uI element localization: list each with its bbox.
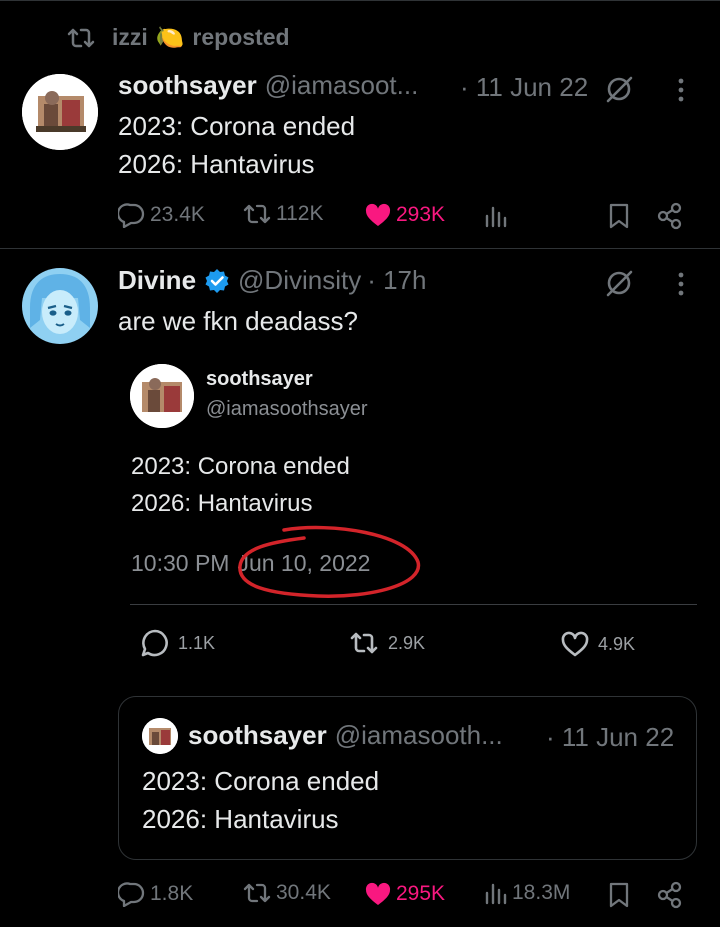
screenshot-text: 2023: Corona ended 2026: Hantavirus — [131, 448, 350, 522]
share-icon[interactable] — [656, 881, 684, 909]
screenshot-author-handle: @iamasoothsayer — [206, 398, 368, 420]
quoted-line: 2023: Corona ended — [142, 766, 380, 796]
like-button[interactable]: 295K — [364, 881, 445, 907]
repost-count: 112K — [276, 202, 324, 225]
avatar[interactable] — [22, 74, 98, 150]
tweet-text: are we fkn deadass? — [118, 306, 358, 336]
reply-count: 1.8K — [150, 882, 194, 905]
tweet-line: 2026: Hantavirus — [118, 149, 315, 179]
bookmark-icon[interactable] — [608, 881, 630, 909]
screenshot-divider — [130, 604, 697, 605]
share-icon[interactable] — [656, 202, 684, 230]
reply-icon — [118, 882, 145, 907]
heart-filled-icon — [365, 203, 391, 226]
repost-icon — [350, 632, 378, 654]
like-button[interactable]: 293K — [364, 202, 445, 228]
reply-button[interactable]: 1.8K — [118, 881, 193, 907]
verified-badge-icon — [204, 268, 230, 294]
post-time[interactable]: · 11 Jun 22 — [460, 72, 588, 103]
screenshot-line: 2023: Corona ended — [131, 453, 350, 480]
author-handle[interactable]: @Divinsity — [238, 265, 361, 296]
more-options-icon[interactable] — [676, 76, 686, 104]
repost-header: izzi 🍋 reposted — [66, 24, 290, 51]
reply-button[interactable]: 23.4K — [118, 202, 205, 228]
screenshot-reply-stat: 1.1K — [140, 628, 215, 658]
screenshot-time: 10:30 PM — [131, 550, 230, 576]
screenshot-like-stat: 4.9K — [560, 630, 635, 658]
red-circle-annotation — [238, 525, 421, 598]
like-count: 295K — [396, 882, 446, 905]
lemon-emoji: 🍋 — [155, 24, 185, 50]
more-options-icon[interactable] — [676, 270, 686, 298]
repost-button[interactable]: 30.4K — [242, 881, 331, 905]
repost-icon — [243, 204, 271, 224]
quoted-avatar — [142, 718, 178, 754]
screenshot-reply-count: 1.1K — [178, 632, 216, 653]
reply-count: 23.4K — [150, 203, 205, 226]
views-icon — [485, 883, 507, 905]
reply-icon — [118, 203, 145, 228]
screenshot-author-name: soothsayer — [206, 368, 313, 390]
repost-user-name[interactable]: izzi — [112, 24, 148, 51]
post-time[interactable]: · 17h — [367, 265, 426, 296]
repost-icon — [66, 26, 96, 50]
quoted-author-handle: @iamasooth... — [334, 720, 503, 750]
views-icon[interactable] — [484, 204, 508, 228]
avatar[interactable] — [22, 268, 98, 344]
grok-icon[interactable] — [604, 74, 634, 104]
reply-icon — [141, 629, 168, 657]
screenshot-like-count: 4.9K — [598, 633, 636, 654]
heart-icon — [561, 631, 589, 657]
screenshot-repost-stat: 2.9K — [348, 630, 425, 656]
quoted-post-time: · 11 Jun 22 — [546, 722, 675, 752]
views-button[interactable]: 18.3M — [484, 881, 570, 905]
author-handle[interactable]: @iamasoot... — [265, 70, 419, 101]
views-count: 18.3M — [512, 881, 571, 904]
author-name[interactable]: soothsayer — [118, 70, 257, 101]
repost-icon — [243, 883, 271, 903]
quoted-text: 2023: Corona ended 2026: Hantavirus — [142, 762, 379, 838]
grok-icon[interactable] — [604, 268, 634, 298]
screenshot-repost-count: 2.9K — [388, 632, 426, 653]
quoted-line: 2026: Hantavirus — [142, 804, 339, 834]
screenshot-avatar — [130, 364, 194, 428]
heart-filled-icon — [365, 882, 391, 905]
repost-count: 30.4K — [276, 881, 331, 904]
quoted-author-name: soothsayer — [188, 720, 327, 750]
author-name[interactable]: Divine — [118, 265, 196, 296]
repost-button[interactable]: 112K — [242, 202, 324, 226]
bookmark-icon[interactable] — [608, 202, 630, 230]
tweet-text: 2023: Corona ended 2026: Hantavirus — [118, 107, 355, 183]
like-count: 293K — [396, 203, 446, 226]
screenshot-line: 2026: Hantavirus — [131, 490, 313, 517]
repost-label: reposted — [192, 24, 290, 50]
tweet-line: 2023: Corona ended — [118, 111, 356, 141]
